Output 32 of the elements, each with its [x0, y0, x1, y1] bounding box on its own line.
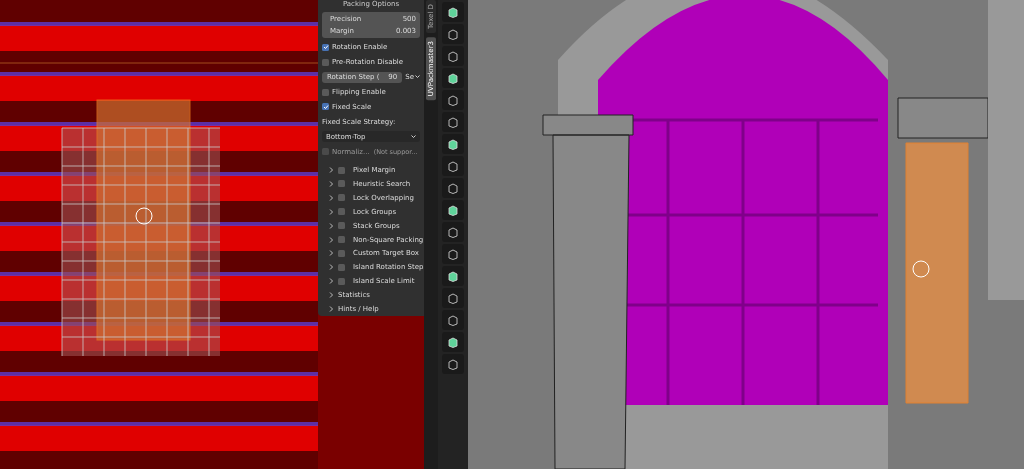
checkbox[interactable] — [322, 88, 329, 96]
checkbox[interactable] — [338, 277, 345, 285]
checkbox[interactable] — [322, 43, 329, 51]
tool-button[interactable] — [442, 244, 464, 264]
tool-button[interactable] — [442, 266, 464, 286]
tool-button[interactable] — [442, 2, 464, 22]
checkbox[interactable] — [338, 222, 345, 230]
checkbox[interactable] — [338, 208, 345, 216]
tool-button[interactable] — [442, 288, 464, 308]
checkbox[interactable] — [338, 263, 345, 271]
tool-button[interactable] — [442, 46, 464, 66]
checkbox[interactable] — [338, 166, 345, 174]
caret-icon — [415, 75, 420, 80]
tool-button[interactable] — [442, 354, 464, 374]
checkbox[interactable] — [338, 194, 345, 202]
tool-button[interactable] — [442, 200, 464, 220]
tool-button[interactable] — [442, 156, 464, 176]
tool-button[interactable] — [442, 134, 464, 154]
tool-button[interactable] — [442, 222, 464, 242]
tool-button[interactable] — [442, 112, 464, 132]
tool-button[interactable] — [442, 68, 464, 88]
checkbox[interactable] — [338, 249, 345, 257]
tool-button[interactable] — [442, 24, 464, 44]
tool-button[interactable] — [442, 332, 464, 352]
checkbox[interactable] — [338, 180, 345, 188]
checkbox[interactable] — [338, 236, 345, 244]
tool-button[interactable] — [442, 178, 464, 198]
caret-icon — [411, 134, 416, 139]
tool-button[interactable] — [442, 90, 464, 110]
tool-button[interactable] — [442, 310, 464, 330]
checkbox[interactable] — [322, 58, 329, 66]
checkbox[interactable] — [322, 103, 329, 111]
